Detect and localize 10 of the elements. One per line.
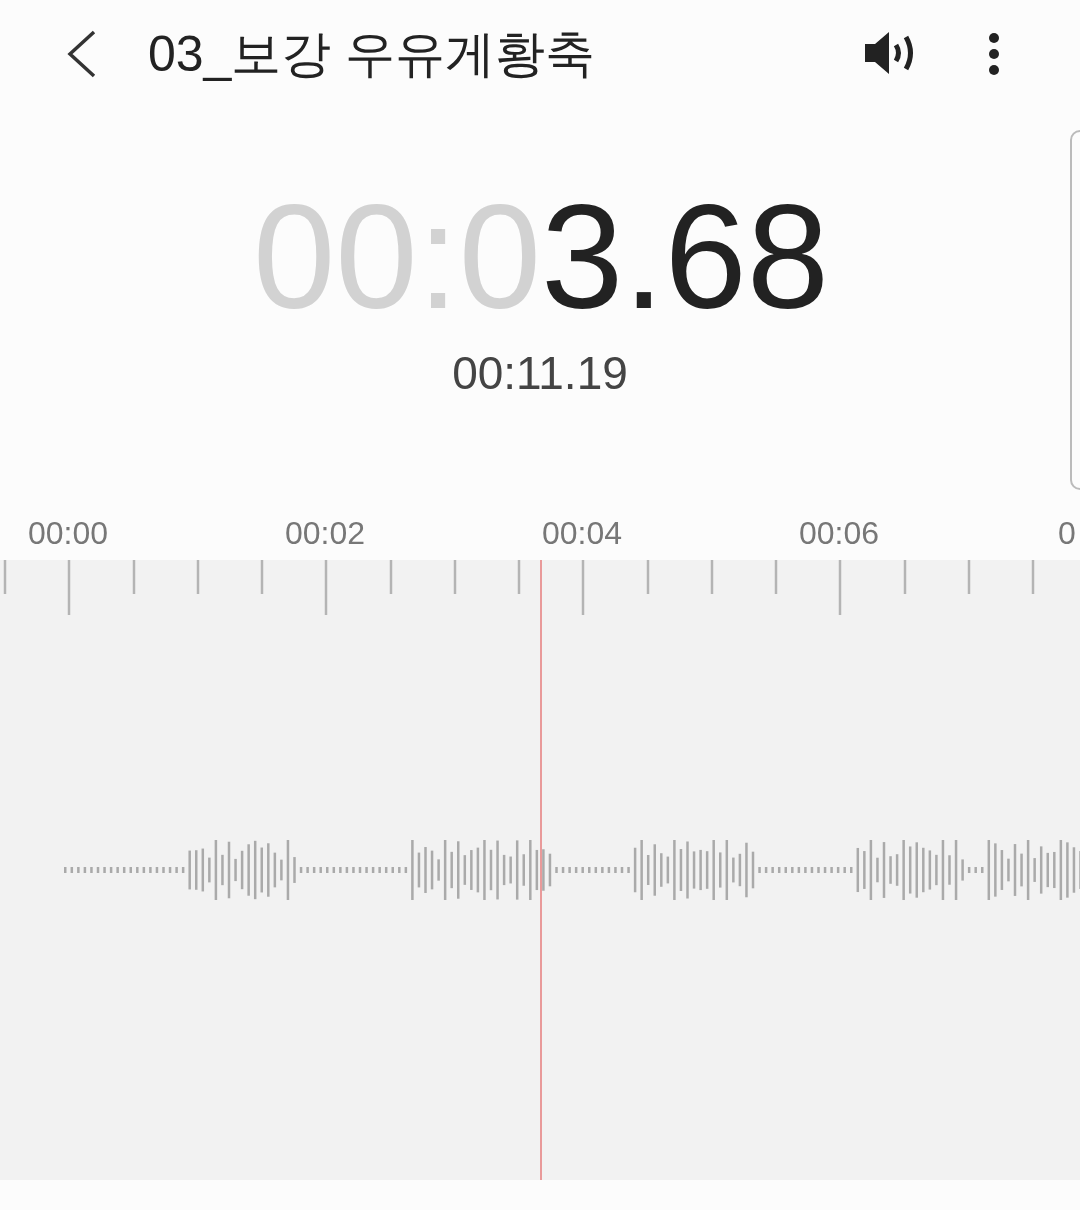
time-label: 00:06	[799, 514, 880, 552]
time-label: 00:02	[285, 514, 366, 552]
time-label: 00:00	[28, 514, 109, 552]
elapsed-time: 3.68	[541, 182, 830, 332]
total-duration: 00:11.19	[452, 346, 628, 400]
back-icon[interactable]	[66, 30, 98, 78]
more-options-icon[interactable]	[987, 32, 1001, 76]
time-label: 0	[1058, 514, 1076, 552]
recording-title: 03_보강 우유게황축	[148, 25, 596, 84]
time-label: 00:04	[542, 514, 623, 552]
